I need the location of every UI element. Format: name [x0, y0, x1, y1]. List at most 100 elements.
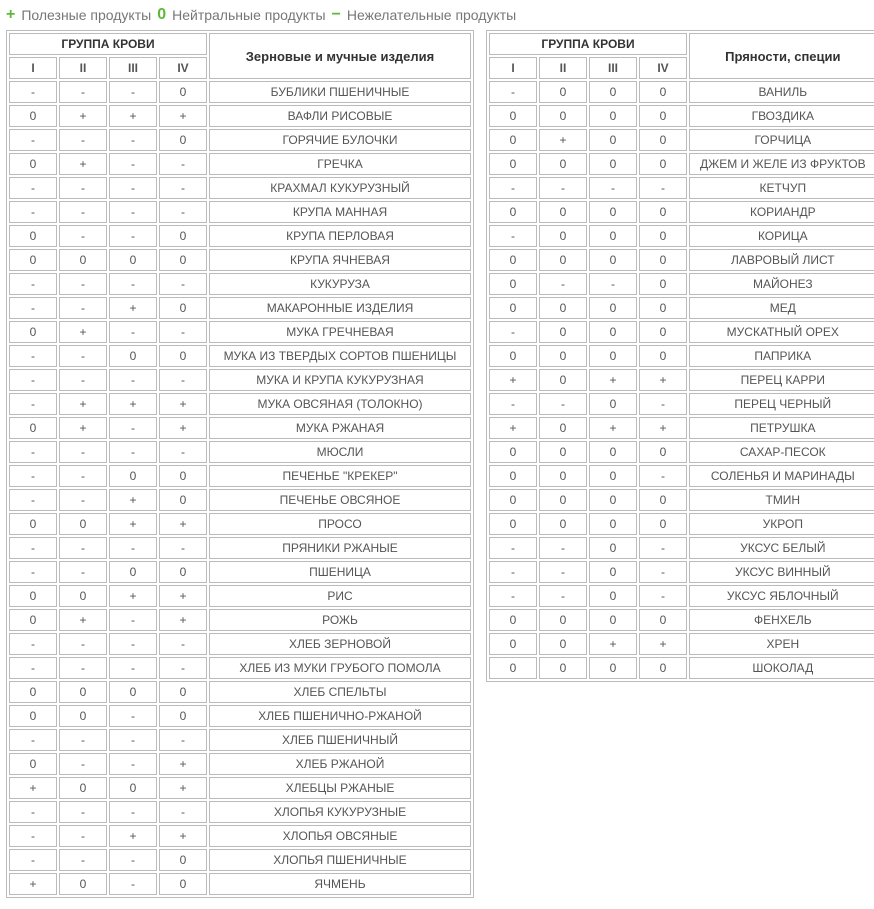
table-row: +0-0ЯЧМЕНЬ: [9, 873, 471, 895]
value-cell: -: [109, 153, 157, 175]
value-cell: 0: [639, 273, 687, 295]
value-cell: 0: [109, 345, 157, 367]
value-cell: 0: [159, 705, 207, 727]
value-cell: -: [59, 345, 107, 367]
blood-group-header: ГРУППА КРОВИ: [9, 33, 207, 55]
value-cell: 0: [9, 513, 57, 535]
value-cell: 0: [159, 681, 207, 703]
value-cell: 0: [9, 105, 57, 127]
table-row: 0000ШОКОЛАД: [489, 657, 874, 679]
value-cell: -: [639, 465, 687, 487]
tables-container: ГРУППА КРОВИЗерновые и мучные изделияIII…: [6, 30, 868, 898]
table-row: 0000ПАПРИКА: [489, 345, 874, 367]
value-cell: 0: [489, 153, 537, 175]
value-cell: +: [159, 105, 207, 127]
table-row: --0-УКСУС ЯБЛОЧНЫЙ: [489, 585, 874, 607]
value-cell: -: [109, 753, 157, 775]
product-name: ГОРЯЧИЕ БУЛОЧКИ: [209, 129, 471, 151]
table-row: --00МУКА ИЗ ТВЕРДЫХ СОРТОВ ПШЕНИЦЫ: [9, 345, 471, 367]
product-name: МУКА РЖАНАЯ: [209, 417, 471, 439]
value-cell: +: [159, 393, 207, 415]
table-row: ----ХЛЕБ ЗЕРНОВОЙ: [9, 633, 471, 655]
product-name: ХЛЕБ ИЗ МУКИ ГРУБОГО ПОМОЛА: [209, 657, 471, 679]
table-spices: ГРУППА КРОВИПряности, специиIIIIIIIV-000…: [486, 30, 874, 682]
table-row: --0-УКСУС БЕЛЫЙ: [489, 537, 874, 559]
value-cell: -: [109, 801, 157, 823]
product-name: МУКА И КРУПА КУКУРУЗНАЯ: [209, 369, 471, 391]
product-name: СОЛЕНЬЯ И МАРИНАДЫ: [689, 465, 874, 487]
value-cell: -: [59, 825, 107, 847]
column-header-III: III: [589, 57, 637, 79]
value-cell: 0: [639, 105, 687, 127]
value-cell: -: [539, 537, 587, 559]
value-cell: 0: [539, 417, 587, 439]
value-cell: +: [639, 369, 687, 391]
value-cell: +: [9, 873, 57, 895]
table-row: 0000ФЕНХЕЛЬ: [489, 609, 874, 631]
value-cell: 0: [589, 537, 637, 559]
value-cell: -: [9, 633, 57, 655]
value-cell: -: [59, 465, 107, 487]
value-cell: -: [59, 297, 107, 319]
column-header-II: II: [59, 57, 107, 79]
table-row: ----ХЛОПЬЯ КУКУРУЗНЫЕ: [9, 801, 471, 823]
value-cell: 0: [159, 129, 207, 151]
table-row: -000МУСКАТНЫЙ ОРЕХ: [489, 321, 874, 343]
value-cell: 0: [159, 849, 207, 871]
value-cell: -: [109, 81, 157, 103]
value-cell: 0: [639, 513, 687, 535]
value-cell: 0: [589, 129, 637, 151]
value-cell: +: [59, 609, 107, 631]
value-cell: -: [489, 393, 537, 415]
value-cell: +: [489, 417, 537, 439]
table-row: ----КРАХМАЛ КУКУРУЗНЫЙ: [9, 177, 471, 199]
value-cell: 0: [589, 585, 637, 607]
value-cell: -: [109, 873, 157, 895]
value-cell: -: [59, 729, 107, 751]
value-cell: +: [109, 825, 157, 847]
value-cell: 0: [9, 153, 57, 175]
product-name: ПРОСО: [209, 513, 471, 535]
value-cell: 0: [639, 657, 687, 679]
table-row: --00ПЕЧЕНЬЕ "КРЕКЕР": [9, 465, 471, 487]
blood-group-header: ГРУППА КРОВИ: [489, 33, 687, 55]
product-name: КЕТЧУП: [689, 177, 874, 199]
column-header-I: I: [489, 57, 537, 79]
value-cell: 0: [159, 297, 207, 319]
value-cell: +: [109, 393, 157, 415]
value-cell: 0: [539, 225, 587, 247]
value-cell: +: [59, 393, 107, 415]
legend: + Полезные продукты 0 Нейтральные продук…: [6, 6, 868, 24]
value-cell: 0: [539, 465, 587, 487]
legend-plus-label: Полезные продукты: [21, 7, 151, 23]
product-name: ХЛЕБ РЖАНОЙ: [209, 753, 471, 775]
value-cell: +: [639, 417, 687, 439]
table-row: 0+-+МУКА РЖАНАЯ: [9, 417, 471, 439]
value-cell: 0: [159, 561, 207, 583]
table-row: 0000КРУПА ЯЧНЕВАЯ: [9, 249, 471, 271]
value-cell: 0: [489, 441, 537, 463]
table-row: ---0ГОРЯЧИЕ БУЛОЧКИ: [9, 129, 471, 151]
value-cell: +: [589, 417, 637, 439]
value-cell: -: [539, 561, 587, 583]
value-cell: -: [9, 441, 57, 463]
product-name: САХАР-ПЕСОК: [689, 441, 874, 463]
value-cell: +: [109, 513, 157, 535]
table-row: ----ХЛЕБ ПШЕНИЧНЫЙ: [9, 729, 471, 751]
table-row: 0+-+РОЖЬ: [9, 609, 471, 631]
value-cell: 0: [9, 753, 57, 775]
value-cell: -: [109, 849, 157, 871]
value-cell: 0: [489, 609, 537, 631]
product-name: МУКА ИЗ ТВЕРДЫХ СОРТОВ ПШЕНИЦЫ: [209, 345, 471, 367]
column-header-IV: IV: [639, 57, 687, 79]
value-cell: +: [159, 585, 207, 607]
value-cell: 0: [489, 657, 537, 679]
product-name: ХЛЕБЦЫ РЖАНЫЕ: [209, 777, 471, 799]
value-cell: -: [9, 849, 57, 871]
value-cell: -: [59, 369, 107, 391]
product-name: ПРЯНИКИ РЖАНЫЕ: [209, 537, 471, 559]
table-row: ----КУКУРУЗА: [9, 273, 471, 295]
value-cell: -: [9, 177, 57, 199]
value-cell: -: [159, 273, 207, 295]
product-name: ПЕТРУШКА: [689, 417, 874, 439]
